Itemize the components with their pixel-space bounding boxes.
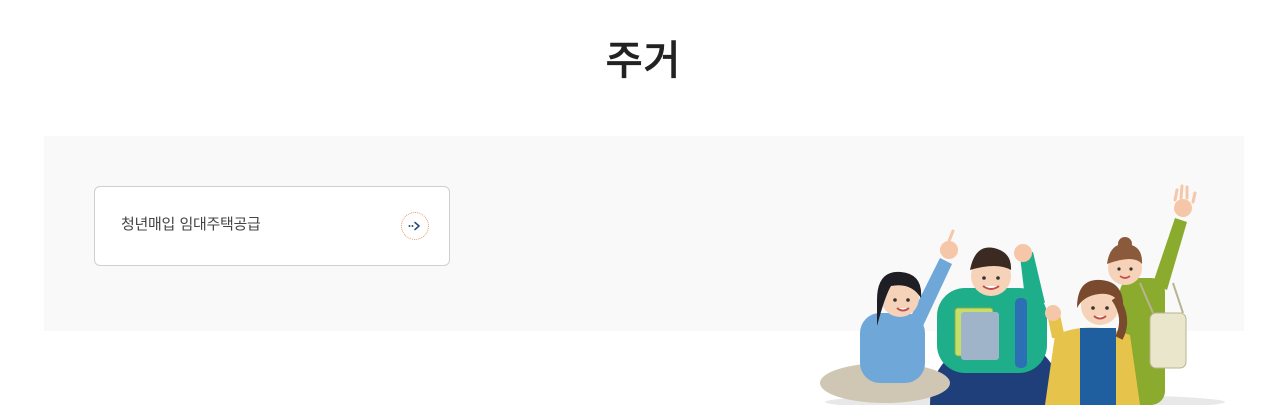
page: 주거 청년매입 임대주택공급 [0,0,1279,405]
arrow-right-icon[interactable] [401,212,429,240]
card-label: 청년매입 임대주택공급 [121,215,261,233]
person-teal-illustration [930,244,1065,405]
young-people-illustration [820,184,1225,405]
page-title: 주거 [605,38,682,84]
card-youth-rental-housing[interactable]: 청년매입 임대주택공급 [94,186,450,266]
